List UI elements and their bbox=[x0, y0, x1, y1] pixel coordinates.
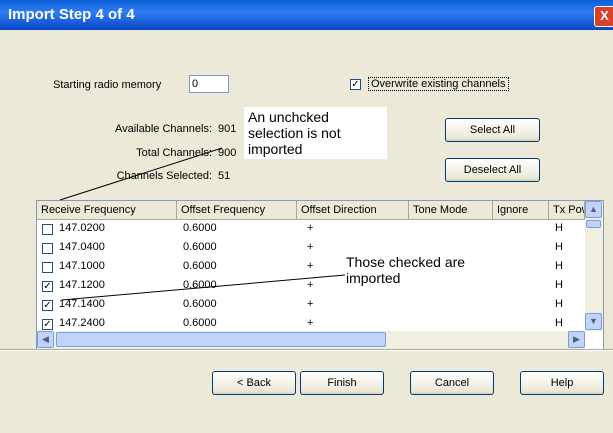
back-button[interactable]: < Back bbox=[212, 371, 296, 395]
row-checkbox[interactable] bbox=[42, 224, 53, 235]
cell-tx: H bbox=[555, 279, 563, 291]
cell-dir: + bbox=[307, 241, 314, 253]
cell-offset: 0.6000 bbox=[183, 241, 217, 253]
cell-offset: 0.6000 bbox=[183, 298, 217, 310]
cell-freq: 147.0400 bbox=[59, 241, 105, 253]
row-checkbox[interactable]: ✓ bbox=[42, 300, 53, 311]
cell-freq: 147.2400 bbox=[59, 317, 105, 329]
cell-dir: + bbox=[307, 260, 314, 272]
total-channels-value: 900 bbox=[218, 147, 237, 159]
selected-channels-label: Channels Selected: bbox=[116, 170, 212, 182]
vertical-scroll-thumb[interactable] bbox=[586, 220, 601, 228]
cell-tx: H bbox=[555, 317, 563, 329]
window-title: Import Step 4 of 4 bbox=[8, 6, 135, 23]
scroll-right-arrow-icon[interactable]: ▶ bbox=[568, 331, 585, 348]
help-button[interactable]: Help bbox=[520, 371, 604, 395]
table-row[interactable]: 147.0200 0.6000 + H bbox=[37, 220, 585, 239]
scroll-left-arrow-icon[interactable]: ◀ bbox=[37, 331, 54, 348]
cell-dir: + bbox=[307, 298, 314, 310]
column-tx-power[interactable]: Tx Power bbox=[549, 201, 585, 219]
available-channels-value: 901 bbox=[218, 123, 237, 135]
cell-dir: + bbox=[307, 279, 314, 291]
available-channels-label: Available Channels: bbox=[114, 123, 212, 135]
column-receive-frequency[interactable]: Receive Frequency bbox=[37, 201, 177, 219]
vertical-scrollbar[interactable]: ▲ ▼ bbox=[585, 201, 603, 331]
close-button[interactable]: X bbox=[594, 6, 613, 27]
cell-tx: H bbox=[555, 260, 563, 272]
cell-dir: + bbox=[307, 317, 314, 329]
finish-button[interactable]: Finish bbox=[300, 371, 384, 395]
column-offset-direction[interactable]: Offset Direction bbox=[297, 201, 409, 219]
row-checkbox[interactable] bbox=[42, 243, 53, 254]
starting-memory-label: Starting radio memory bbox=[53, 79, 162, 91]
row-checkbox[interactable] bbox=[42, 262, 53, 273]
separator bbox=[0, 349, 613, 351]
column-tone-mode[interactable]: Tone Mode bbox=[409, 201, 493, 219]
unchecked-note: An unchcked selection is not imported bbox=[244, 107, 387, 159]
cell-tx: H bbox=[555, 298, 563, 310]
total-channels-label: Total Channels: bbox=[136, 147, 212, 159]
channel-list[interactable]: Receive Frequency Offset Frequency Offse… bbox=[36, 200, 604, 350]
cancel-button[interactable]: Cancel bbox=[410, 371, 494, 395]
table-row[interactable]: ✓ 147.1400 0.6000 + H bbox=[37, 296, 585, 315]
horizontal-scrollbar[interactable]: ◀ ▶ bbox=[37, 331, 585, 349]
cell-freq: 147.1400 bbox=[59, 298, 105, 310]
row-checkbox[interactable]: ✓ bbox=[42, 319, 53, 330]
cell-freq: 147.0200 bbox=[59, 222, 105, 234]
cell-offset: 0.6000 bbox=[183, 260, 217, 272]
horizontal-scroll-thumb[interactable] bbox=[56, 332, 386, 347]
row-checkbox[interactable]: ✓ bbox=[42, 281, 53, 292]
table-row[interactable]: 147.1000 0.6000 + H bbox=[37, 258, 585, 277]
deselect-all-button[interactable]: Deselect All bbox=[445, 158, 540, 182]
column-offset-frequency[interactable]: Offset Frequency bbox=[177, 201, 297, 219]
scroll-down-arrow-icon[interactable]: ▼ bbox=[585, 313, 602, 330]
table-row[interactable]: ✓ 147.1200 0.6000 + H bbox=[37, 277, 585, 296]
column-ignore[interactable]: Ignore bbox=[493, 201, 549, 219]
cell-dir: + bbox=[307, 222, 314, 234]
table-row[interactable]: 147.0400 0.6000 + H bbox=[37, 239, 585, 258]
title-bar: Import Step 4 of 4 X bbox=[0, 0, 613, 30]
starting-memory-input[interactable] bbox=[189, 75, 229, 93]
checked-note: Those checked are imported bbox=[346, 254, 466, 286]
cell-tx: H bbox=[555, 222, 563, 234]
list-header: Receive Frequency Offset Frequency Offse… bbox=[37, 201, 585, 220]
selected-channels-value: 51 bbox=[218, 170, 231, 182]
cell-freq: 147.1200 bbox=[59, 279, 105, 291]
cell-freq: 147.1000 bbox=[59, 260, 105, 272]
cell-offset: 0.6000 bbox=[183, 222, 217, 234]
select-all-button[interactable]: Select All bbox=[445, 118, 540, 142]
cell-offset: 0.6000 bbox=[183, 279, 217, 291]
cell-offset: 0.6000 bbox=[183, 317, 217, 329]
scroll-up-arrow-icon[interactable]: ▲ bbox=[585, 201, 602, 218]
overwrite-checkbox[interactable]: ✓ bbox=[350, 79, 361, 90]
cell-tx: H bbox=[555, 241, 563, 253]
overwrite-label[interactable]: Overwrite existing channels bbox=[368, 77, 509, 91]
